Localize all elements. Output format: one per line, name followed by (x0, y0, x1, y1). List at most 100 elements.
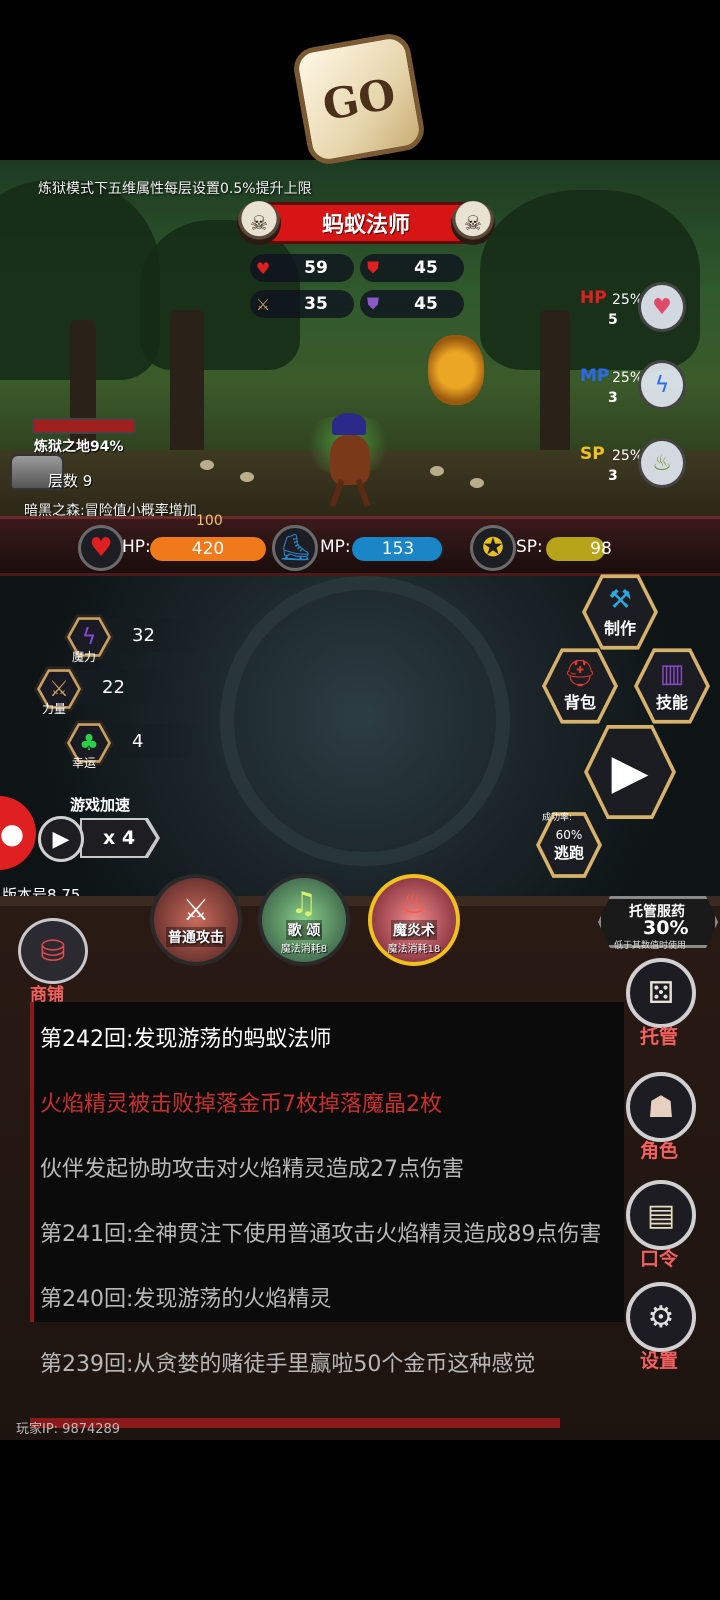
attr-strength-name: 力量 (42, 702, 67, 716)
floor-number: 层数 9 (48, 472, 93, 490)
go-dice-button[interactable]: GO (290, 30, 428, 168)
heart-icon: ♥ (78, 525, 124, 571)
escape-label: 逃跑 (553, 843, 584, 862)
scroll-icon: ▤ (626, 1180, 696, 1250)
auto-battle-label: 托管 (640, 1026, 679, 1048)
shield-red-icon: ⛊ (366, 258, 379, 277)
tree-trunk (170, 310, 204, 470)
log-line: 伙伴发起协助攻击对火焰精灵造成27点伤害 (40, 1157, 464, 1182)
attr-magic-name: 魔力 (72, 650, 97, 664)
code-button[interactable]: ▤ 口令 (626, 1180, 698, 1280)
anvil-icon: ⚒ (608, 585, 632, 615)
arena-ring (220, 576, 510, 866)
sp-food-icon: ♨ (638, 438, 686, 488)
sp-potion[interactable]: SP 25% 3 ♨ (580, 438, 700, 494)
log-line: 火焰精灵被击败掉落金币7枚掉落魔晶2枚 (40, 1092, 442, 1117)
skull-icon: ☠ (451, 201, 495, 245)
letterbox-bottom (0, 1440, 720, 1600)
escape-rate: 60% (555, 827, 583, 842)
floor-indicator: 炼狱之地94% 层数 9 (10, 418, 140, 498)
sp-value: 98 (590, 539, 612, 559)
skill-cost: 魔法消耗18 (387, 943, 441, 955)
skull-decor (470, 478, 484, 488)
attr-magic: 32 ϟ 魔力 (64, 612, 204, 664)
mp-value: 153 (381, 539, 415, 559)
enemy-attack-value: 35 (304, 294, 328, 314)
auto-potion-percent: 30% (643, 917, 689, 939)
enemy-defense-value: 45 (414, 258, 438, 278)
auto-potion-note: 低于其数值时使用 (614, 941, 687, 951)
pumpkin-ghost (428, 335, 484, 405)
skill-cost: 魔法消耗8 (280, 943, 328, 955)
enemy-sprite (300, 405, 396, 508)
attr-value-plate: 22 (74, 670, 184, 704)
mp-potion[interactable]: MP 25% 3 ϟ (580, 360, 700, 416)
attr-luck-value: 4 (132, 730, 144, 752)
floor-progress-bar (32, 418, 136, 434)
enemy-magic-defense-stat: ⛊ 45 (360, 290, 464, 318)
hp-value: 420 (191, 539, 225, 559)
shop-icon: ⛁ (18, 918, 88, 984)
skull-icon: ☠ (237, 201, 281, 245)
enemy-magic-defense-value: 45 (414, 294, 438, 314)
log-line: 第239回:从贪婪的赌徒手里赢啦50个金币这种感觉 (40, 1352, 536, 1377)
enemy-defense-stat: ⛊ 45 (360, 254, 464, 282)
game-speed-control[interactable]: 游戏加速 x 4 ▶ (38, 796, 160, 862)
attr-strength: 22 ⚔ 力量 (34, 664, 194, 716)
settings-label: 设置 (640, 1350, 679, 1372)
normal-attack-skill[interactable]: ⚔ 普通攻击 (150, 874, 242, 966)
shop-button[interactable]: ⛁ 商铺 (18, 918, 88, 1005)
potion-count: 5 (608, 312, 618, 328)
skull-decor (430, 466, 444, 476)
skill-name: 魔炎术 (391, 919, 437, 940)
helmet-icon: ⛑ (563, 659, 597, 689)
character-button[interactable]: ☗ 角色 (626, 1072, 698, 1172)
speed-multiplier: x 4 (102, 827, 136, 849)
shop-label: 商铺 (30, 985, 64, 1005)
potion-tag: MP (580, 366, 610, 386)
forest-tree (480, 190, 700, 370)
attr-strength-value: 22 (102, 676, 125, 698)
heart-icon: ♥ (255, 258, 271, 278)
mp-boot-icon: ⛸ (272, 525, 318, 571)
music-note-icon: ♫ (290, 885, 318, 921)
player-ip: 玩家IP: 9874289 (16, 1422, 121, 1437)
skill-name: 歌 颂 (285, 919, 323, 940)
speed-label: 游戏加速 (70, 796, 131, 814)
auto-battle-button[interactable]: ⚄ 托管 (626, 958, 698, 1058)
potion-count: 3 (608, 468, 618, 484)
potion-tag: SP (580, 444, 605, 464)
log-line: 第242回:发现游荡的蚂蚁法师 (40, 1027, 332, 1052)
enemy-attack-stat: ⚔ 35 (250, 290, 354, 318)
sword-slash-icon: ⚔ (182, 893, 210, 928)
attr-luck-name: 幸运 (72, 756, 97, 770)
speed-play-icon[interactable]: ▶ (38, 816, 84, 862)
attr-magic-value: 32 (132, 624, 155, 646)
dice-icon: ⚄ (626, 958, 696, 1028)
hood-icon: ☗ (626, 1072, 696, 1142)
skull-decor (240, 472, 254, 482)
shield-purple-icon: ⛊ (366, 294, 379, 313)
skills-label: 技能 (655, 693, 688, 712)
floor-title: 炼狱之地94% (34, 439, 124, 455)
tree-trunk (540, 310, 570, 460)
person-icon: ● (0, 816, 25, 850)
attr-luck: 4 ♣ 幸运 (64, 718, 204, 770)
hp-max-value: 100 (196, 513, 223, 529)
log-line: 第240回:发现游荡的火焰精灵 (40, 1287, 332, 1312)
character-label: 角色 (640, 1140, 679, 1162)
hp-potion[interactable]: HP 25% 5 ♥ (580, 282, 700, 338)
chant-skill[interactable]: ♫ 歌 颂 魔法消耗8 (258, 874, 350, 966)
book-icon: ▥ (659, 659, 685, 689)
skull-decor (200, 460, 214, 470)
enemy-hp-stat: ♥ 59 (250, 254, 354, 282)
fire-magic-skill[interactable]: ♨ 魔炎术 魔法消耗18 (368, 874, 460, 966)
player-stat-bar: ♥ 100 HP: 420 ⛸ MP: 153 ✪ SP: 98 (0, 513, 720, 576)
play-icon: ▶ (611, 744, 649, 800)
settings-button[interactable]: ⚙ 设置 (626, 1282, 698, 1382)
sp-strength-icon: ✪ (470, 525, 516, 571)
sword-icon: ⚔ (255, 294, 271, 314)
code-label: 口令 (640, 1248, 679, 1270)
potion-count: 3 (608, 390, 618, 406)
log-line: 第241回:全神贯注下使用普通攻击火焰精灵造成89点伤害 (40, 1222, 602, 1247)
